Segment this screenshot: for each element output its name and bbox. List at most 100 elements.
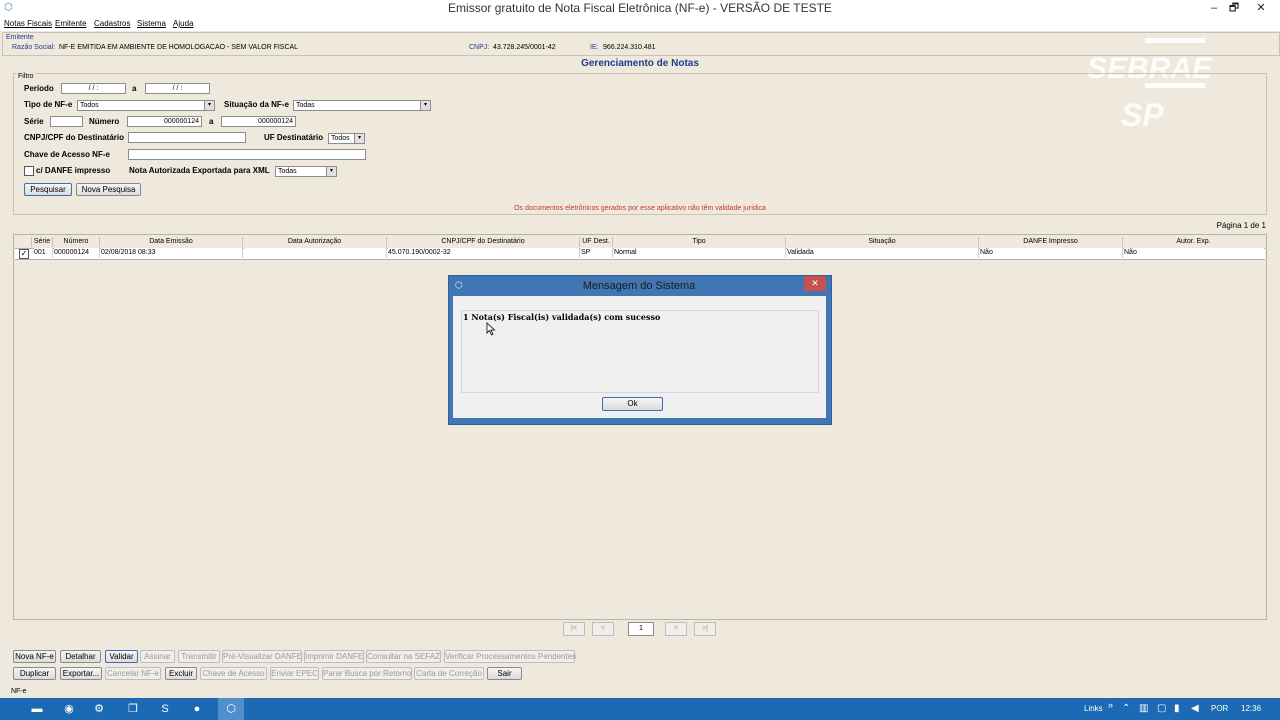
grid-header-situacao[interactable]: Situação — [786, 237, 979, 247]
grid-header-autor-exp[interactable]: Autor. Exp. — [1123, 237, 1264, 247]
grid-header-data-autorizacao[interactable]: Data Autorização — [243, 237, 387, 247]
chrome-icon[interactable]: ◉ — [61, 701, 77, 717]
xml-export-select[interactable]: Todas ▾ — [275, 166, 337, 177]
cell-data-emissao: 02/08/2018 08:33 — [101, 248, 243, 258]
assinar-button[interactable]: Assinar — [140, 650, 175, 663]
emitente-label: Emitente — [6, 34, 34, 41]
xml-export-value: Todas — [278, 168, 297, 175]
numero-a-label: a — [209, 117, 214, 126]
settings-icon[interactable]: ⚙ — [91, 701, 107, 717]
grid-header-numero[interactable]: Número — [53, 237, 100, 247]
first-page-button[interactable]: |< — [563, 622, 585, 636]
tipo-nfe-label: Tipo de NF-e — [24, 100, 73, 109]
menu-emitente[interactable]: Emitente — [55, 18, 87, 30]
grid-header-danfe[interactable]: DANFE Impresso — [979, 237, 1123, 247]
situacao-value: Todas — [296, 102, 315, 109]
mouse-cursor-icon — [486, 322, 496, 336]
chevron-down-icon: ▾ — [204, 101, 214, 110]
dialog-message: 1 Nota(s) Fiscal(is) validada(s) com suc… — [463, 312, 661, 322]
nova-pesquisa-button[interactable]: Nova Pesquisa — [76, 183, 141, 196]
duplicar-button[interactable]: Duplicar — [13, 667, 56, 680]
menu-notas-fiscais[interactable]: Notas Fiscais — [4, 18, 52, 30]
cell-serie: 001 — [34, 248, 53, 258]
menu-sistema[interactable]: Sistema — [137, 18, 166, 30]
cnpj-label: CNPJ: — [469, 44, 490, 51]
language-indicator[interactable]: POR — [1211, 698, 1228, 720]
tipo-nfe-select[interactable]: Todos ▾ — [77, 100, 215, 111]
numero-to-input[interactable]: 000000124 — [221, 116, 296, 127]
prev-page-button[interactable]: < — [592, 622, 614, 636]
show-hidden-icons-icon[interactable]: ⌃ — [1122, 698, 1130, 720]
dialog-close-button[interactable]: ✕ — [804, 276, 826, 291]
grid-header-tipo[interactable]: Tipo — [613, 237, 786, 247]
situacao-label: Situação da NF-e — [224, 100, 289, 109]
pre-visualizar-danfe-button[interactable]: Pré-Visualizar DANFE — [222, 650, 302, 663]
cnpj-dest-input[interactable] — [128, 132, 246, 143]
next-page-button[interactable]: > — [665, 622, 687, 636]
grid-header-data-emissao[interactable]: Data Emissão — [100, 237, 243, 247]
menu-cadastros[interactable]: Cadastros — [94, 18, 130, 30]
links-chevron-icon[interactable]: » — [1108, 696, 1113, 718]
app-icon-taskbar[interactable]: ❒ — [125, 701, 141, 717]
grid-header-uf[interactable]: UF Dest. — [580, 237, 613, 247]
chave-input[interactable] — [128, 149, 366, 160]
enviar-epec-button[interactable]: Enviar EPEC — [270, 667, 319, 680]
uf-dest-select[interactable]: Todos ▾ — [328, 133, 365, 144]
uf-dest-value: Todos — [331, 135, 350, 142]
cell-data-autorizacao — [244, 248, 387, 258]
obs-icon[interactable]: ● — [189, 701, 205, 717]
ok-button[interactable]: Ok — [602, 397, 663, 411]
volume-icon[interactable]: ◀ — [1191, 698, 1199, 720]
action-center-icon[interactable]: ▢ — [1157, 698, 1166, 720]
last-page-button[interactable]: >| — [694, 622, 716, 636]
periodo-to-input[interactable]: / / : — [145, 83, 210, 94]
razao-social-label: Razão Social: — [12, 44, 56, 51]
consultar-sefaz-button[interactable]: Consultar na SEFAZ — [366, 650, 441, 663]
serie-input[interactable] — [50, 116, 83, 127]
cancelar-nfe-button[interactable]: Cancelar NF-e — [105, 667, 161, 680]
maximize-button[interactable]: 🗗 — [1223, 0, 1245, 17]
menu-ajuda[interactable]: Ajuda — [173, 18, 193, 30]
chave-acesso-button[interactable]: Chave de Acesso — [200, 667, 267, 680]
chave-label: Chave de Acesso NF-e — [24, 150, 110, 159]
pesquisar-button[interactable]: Pesquisar — [24, 183, 72, 196]
row-checkbox[interactable]: ✓ — [19, 249, 29, 259]
chevron-down-icon: ▾ — [326, 167, 336, 176]
links-toolbar[interactable]: Links — [1084, 698, 1103, 720]
periodo-from-input[interactable]: / / : — [61, 83, 126, 94]
exportar-button[interactable]: Exportar... — [60, 667, 102, 680]
verificar-pendentes-button[interactable]: Verificar Processamentos Pendentes — [444, 650, 576, 663]
detalhar-button[interactable]: Detalhar — [60, 650, 101, 663]
grid-header-serie[interactable]: Série — [32, 237, 53, 247]
situacao-select[interactable]: Todas ▾ — [293, 100, 431, 111]
network-icon[interactable]: ▥ — [1139, 698, 1148, 720]
razao-social-value: NF-E EMITIDA EM AMBIENTE DE HOMOLOGACAO … — [59, 44, 299, 51]
transmitir-button[interactable]: Transmitir — [178, 650, 220, 663]
cell-tipo: Normal — [614, 248, 786, 258]
xml-export-label: Nota Autorizada Exportada para XML — [129, 166, 270, 175]
carta-correcao-button[interactable]: Carta de Correção — [414, 667, 484, 680]
close-button[interactable]: ✕ — [1250, 0, 1272, 17]
minimize-button[interactable]: – — [1203, 0, 1225, 17]
nfe-emissor-taskbar-icon[interactable]: ⬡ — [218, 698, 244, 720]
skype-icon[interactable]: S — [157, 701, 173, 717]
nova-nfe-button[interactable]: Nova NF-e — [13, 650, 56, 663]
ie-label: IE: — [590, 44, 599, 51]
cnpj-dest-label: CNPJ/CPF do Destinatário — [24, 133, 125, 142]
page-count: Página 1 de 1 — [1216, 221, 1266, 230]
sair-button[interactable]: Sair — [487, 667, 522, 680]
numero-from-input[interactable]: 000000124 — [127, 116, 202, 127]
chevron-down-icon: ▾ — [420, 101, 430, 110]
clock[interactable]: 12:36 — [1241, 698, 1261, 720]
grid-header-cnpj-dest[interactable]: CNPJ/CPF do Destinatário — [387, 237, 580, 247]
danfe-checkbox[interactable] — [24, 166, 34, 176]
page-number-input[interactable]: 1 — [628, 622, 654, 636]
imprimir-danfe-button[interactable]: Imprimir DANFE — [304, 650, 364, 663]
status-bar — [0, 686, 1280, 698]
parar-busca-button[interactable]: Parar Busca por Retorno — [322, 667, 412, 680]
validar-button[interactable]: Validar — [105, 650, 138, 663]
grid-header-select — [15, 237, 32, 247]
battery-icon[interactable]: ▮ — [1174, 698, 1180, 720]
file-explorer-icon[interactable]: ▬ — [29, 701, 45, 717]
excluir-button[interactable]: Excluir — [165, 667, 197, 680]
